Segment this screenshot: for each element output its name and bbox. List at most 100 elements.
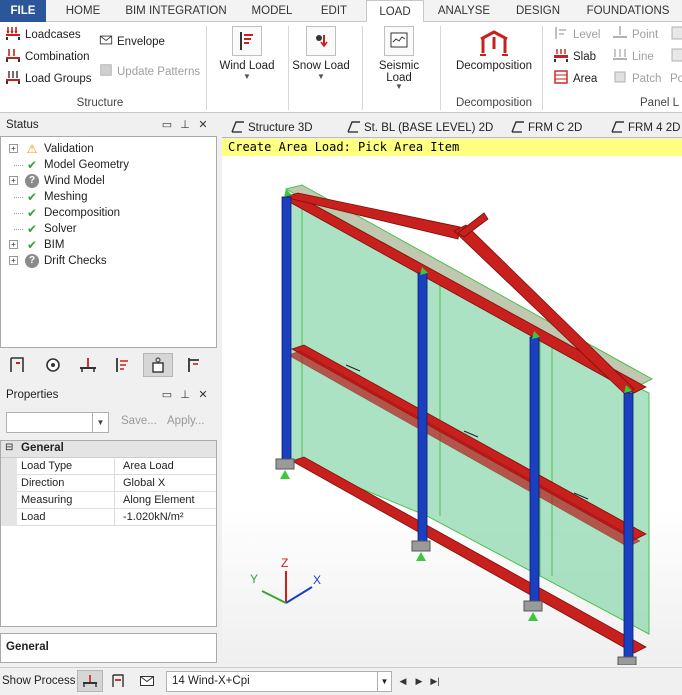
expand-icon[interactable]: + xyxy=(9,240,18,249)
chevron-down-icon[interactable]: ▼ xyxy=(377,672,391,691)
line-load-button[interactable]: Line xyxy=(612,47,654,67)
expand-icon[interactable]: + xyxy=(9,256,18,265)
loadcases-button[interactable]: Loadcases xyxy=(5,25,81,45)
wind-view-button[interactable] xyxy=(108,353,138,377)
property-row-measuring[interactable]: Measuring Along Element xyxy=(1,492,216,509)
ribbon-tab-bar: FILE HOME BIM INTEGRATION MODEL EDIT LOA… xyxy=(0,0,682,23)
combination-label: Combination xyxy=(25,51,90,63)
update-patterns-icon xyxy=(100,64,112,76)
close-icon[interactable]: ✕ xyxy=(194,384,212,406)
level-label: Level xyxy=(573,29,601,41)
tab-base-level-2d[interactable]: St. BL (BASE LEVEL) 2D xyxy=(346,118,493,136)
tab-frm-c-2d[interactable]: FRM C 2D xyxy=(510,118,582,136)
show-loads-button[interactable] xyxy=(77,670,103,692)
status-tree: + ⚠ Validation ✔ Model Geometry +? Wind Model ✔… xyxy=(0,136,217,348)
property-row-load[interactable]: Load -1.020kN/m² xyxy=(1,509,216,526)
tab-edit[interactable]: EDIT xyxy=(308,0,360,22)
next-loadcase-button[interactable]: ▶ xyxy=(412,673,426,689)
envelope-button[interactable]: Envelope xyxy=(99,32,165,52)
status-item[interactable]: ✔ Model Geometry xyxy=(1,157,215,173)
tab-design[interactable]: DESIGN xyxy=(508,0,568,22)
structure-model[interactable]: Z X Y xyxy=(222,139,682,665)
property-category[interactable]: ⊟ General xyxy=(1,441,216,458)
show-decomposition-button[interactable] xyxy=(106,670,132,692)
snow-load-button[interactable]: Snow Load ▼ xyxy=(290,26,352,81)
patch-load-button[interactable]: Patch xyxy=(612,69,661,89)
seismic-load-button[interactable]: Seismic Load ▼ xyxy=(368,26,430,91)
slab-label: Slab xyxy=(573,51,597,63)
status-item[interactable]: ✔ Decomposition xyxy=(1,205,215,221)
last-loadcase-button[interactable]: ▶| xyxy=(428,673,442,689)
tab-structure-3d[interactable]: Structure 3D xyxy=(230,118,313,136)
combination-icon xyxy=(6,49,20,62)
combination-button[interactable]: Combination xyxy=(5,47,90,67)
structure-3d-viewport[interactable]: Create Area Load: Pick Area Item Z X Y xyxy=(222,139,682,665)
frame-view-button[interactable] xyxy=(3,353,33,377)
wind-load-label: Wind Load xyxy=(219,60,275,72)
tab-model[interactable]: MODEL xyxy=(244,0,300,22)
status-item[interactable]: ✔ Solver xyxy=(1,221,215,237)
po-button-2[interactable] xyxy=(670,47,682,67)
wind-load-button[interactable]: Wind Load ▼ xyxy=(214,26,280,81)
property-value[interactable]: -1.020kN/m² xyxy=(123,509,184,525)
line-label: Line xyxy=(632,51,654,63)
load-groups-button[interactable]: Load Groups xyxy=(5,69,92,89)
collapse-icon[interactable]: ⊟ xyxy=(5,442,13,453)
dropdown-icon[interactable]: ▭ xyxy=(158,114,176,136)
frame-2d-icon xyxy=(511,121,524,133)
loading-view-button[interactable] xyxy=(73,353,103,377)
area-load-button[interactable]: Area xyxy=(553,69,597,89)
expand-icon[interactable]: + xyxy=(9,144,18,153)
save-button[interactable]: Save... xyxy=(121,415,157,427)
close-icon[interactable]: ✕ xyxy=(194,114,212,136)
decomposition-label: Decomposition xyxy=(455,60,533,72)
po-icon xyxy=(671,26,682,40)
tab-file[interactable]: FILE xyxy=(0,0,46,22)
plan-icon xyxy=(347,121,360,133)
status-item[interactable]: + ✔ BIM xyxy=(1,237,215,253)
property-value[interactable]: Global X xyxy=(123,475,165,491)
tab-frm-4-2d[interactable]: FRM 4 2D xyxy=(610,118,680,136)
column-view-button[interactable] xyxy=(180,353,210,377)
point-load-button[interactable]: Point xyxy=(612,25,658,45)
solver-view-button[interactable] xyxy=(38,353,68,377)
tab-bim-integration[interactable]: BIM INTEGRATION xyxy=(120,0,232,22)
point-label: Point xyxy=(632,29,659,41)
property-value[interactable]: Area Load xyxy=(123,458,174,474)
slab-load-button[interactable]: Slab xyxy=(553,47,596,67)
loadcase-select[interactable]: 14 Wind-X+Cpi ▼ xyxy=(166,671,392,692)
status-item[interactable]: + ⚠ Validation xyxy=(1,141,215,157)
row-gutter xyxy=(1,492,17,509)
property-set-select[interactable]: ▼ xyxy=(6,412,109,433)
update-patterns-button[interactable]: Update Patterns xyxy=(99,62,200,82)
property-value[interactable]: Along Element xyxy=(123,492,195,508)
chevron-down-icon[interactable]: ▼ xyxy=(92,413,108,432)
dropdown-icon[interactable]: ▭ xyxy=(158,384,176,406)
prev-loadcase-button[interactable]: ◀ xyxy=(396,673,410,689)
tab-load[interactable]: LOAD xyxy=(366,0,424,23)
tab-analyse[interactable]: ANALYSE xyxy=(432,0,496,22)
decomposition-button[interactable]: Decomposition xyxy=(454,26,534,72)
po-button-3[interactable]: Po xyxy=(670,69,682,89)
envelope-icon xyxy=(140,676,154,686)
pin-icon[interactable]: ⊥ xyxy=(176,114,194,136)
status-item[interactable]: +? Drift Checks xyxy=(1,253,215,269)
level-load-button[interactable]: Level xyxy=(553,25,601,45)
panel-loads-group-label: Panel L xyxy=(640,97,680,109)
line-icon xyxy=(613,49,627,60)
wall-panels[interactable] xyxy=(289,198,650,635)
apply-button[interactable]: Apply... xyxy=(167,415,205,427)
wind-load-icon xyxy=(232,26,262,56)
email-button[interactable] xyxy=(134,670,160,692)
status-item[interactable]: ✔ Meshing xyxy=(1,189,215,205)
weight-view-button[interactable] xyxy=(143,353,173,377)
ribbon-separator xyxy=(542,26,543,110)
tab-foundations[interactable]: FOUNDATIONS xyxy=(580,0,676,22)
property-row-direction[interactable]: Direction Global X xyxy=(1,475,216,492)
expand-icon[interactable]: + xyxy=(9,176,18,185)
property-row-load-type[interactable]: Load Type Area Load xyxy=(1,458,216,475)
po-button-1[interactable] xyxy=(670,25,682,45)
pin-icon[interactable]: ⊥ xyxy=(176,384,194,406)
tab-home[interactable]: HOME xyxy=(56,0,110,22)
status-item[interactable]: +? Wind Model xyxy=(1,173,215,189)
